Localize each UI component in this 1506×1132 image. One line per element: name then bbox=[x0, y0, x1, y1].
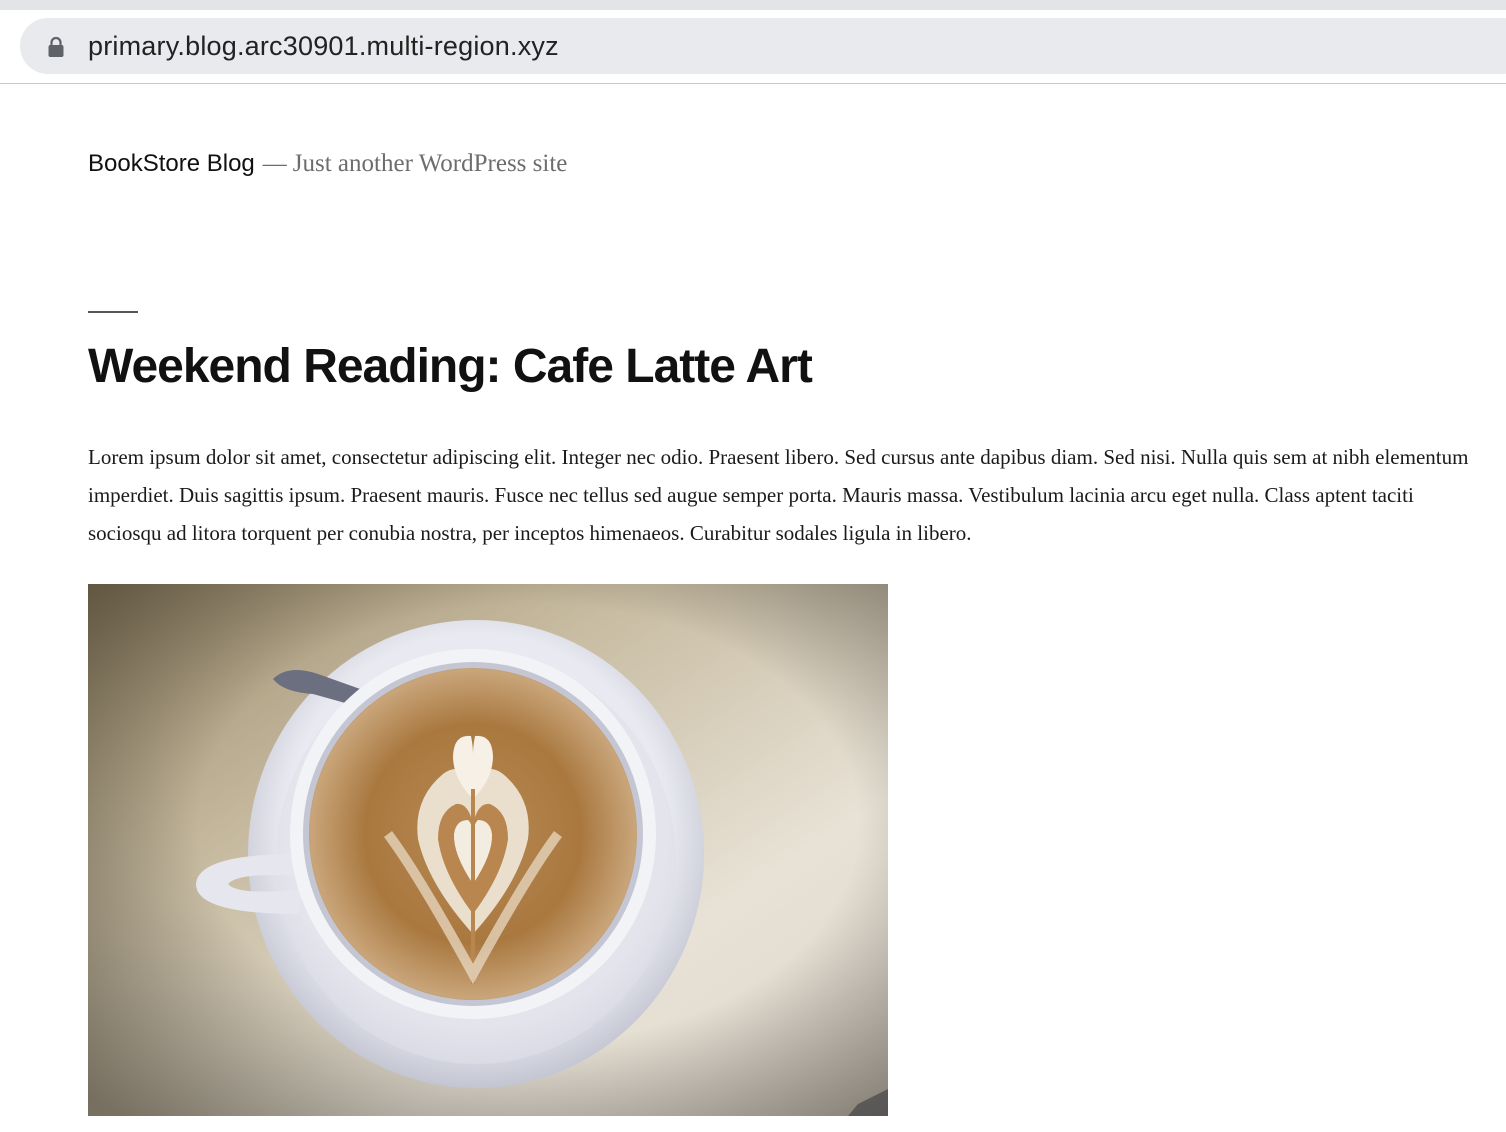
post-body-text: Lorem ipsum dolor sit amet, consectetur … bbox=[88, 445, 1469, 545]
browser-toolbar: primary.blog.arc30901.multi-region.xyz bbox=[0, 10, 1506, 84]
site-title-link[interactable]: BookStore Blog bbox=[88, 150, 255, 177]
site-header: BookStore Blog — Just another WordPress si… bbox=[88, 148, 567, 183]
latte-art-coffee-cup-image bbox=[88, 584, 888, 1116]
lock-icon[interactable] bbox=[47, 36, 65, 58]
post-title: Weekend Reading: Cafe Latte Art bbox=[88, 340, 813, 393]
header-separator: — bbox=[262, 151, 287, 177]
title-divider bbox=[88, 311, 138, 313]
url-text[interactable]: primary.blog.arc30901.multi-region.xyz bbox=[88, 31, 559, 61]
address-bar[interactable]: primary.blog.arc30901.multi-region.xyz bbox=[20, 18, 1506, 74]
site-tagline: Just another WordPress site bbox=[292, 150, 568, 177]
browser-tab-strip bbox=[0, 0, 1506, 10]
